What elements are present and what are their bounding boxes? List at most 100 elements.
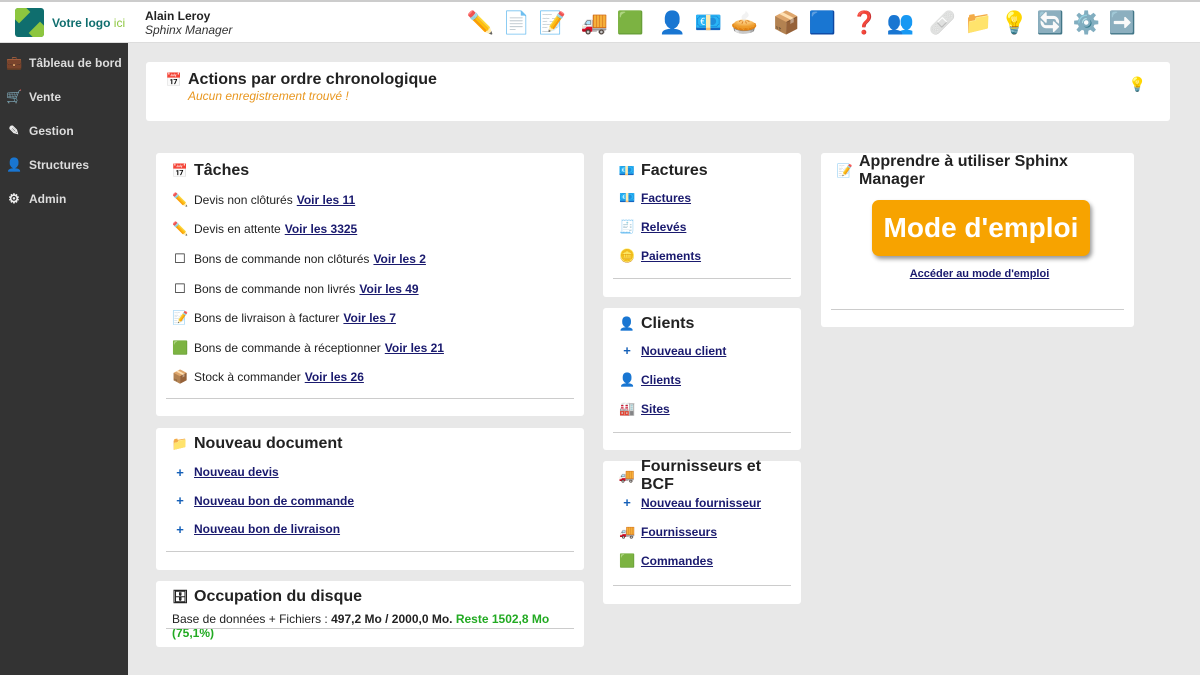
sidebar-item-structures[interactable]: 👤 Structures — [0, 148, 128, 182]
tache-row: ☐ Bons de commande non clôturés Voir les 2 — [172, 244, 568, 274]
item-icon: 💶 — [619, 189, 636, 205]
tache-row: 📦 Stock à commander Voir les 26 — [172, 363, 568, 393]
gears-icon: ⚙ — [8, 191, 20, 206]
tache-link[interactable]: Voir les 26 — [305, 370, 364, 384]
sidebar: 💼 Tâbleau de bord 🛒 Vente ✎ Gestion 👤 Structure… — [0, 43, 128, 675]
lightbulb-icon[interactable]: 💡 — [1129, 76, 1146, 93]
tache-link[interactable]: Voir les 21 — [385, 341, 444, 355]
folder-icon: 📁 — [964, 9, 993, 35]
briefcase-icon: 💼 — [6, 55, 23, 70]
logo-accent: ici — [113, 15, 126, 30]
user-icon: 👤 — [6, 157, 23, 172]
refresh-toolbar-button[interactable]: 🔄 — [1034, 6, 1067, 39]
tache-label: Devis en attente — [194, 222, 281, 237]
clients-link[interactable]: Nouveau client — [641, 344, 726, 358]
truck-toolbar-button[interactable]: 🚚 — [578, 6, 611, 39]
truck-icon: 🚚 — [580, 9, 609, 35]
tache-link[interactable]: Voir les 3325 — [285, 222, 358, 236]
apprendre-title: Apprendre à utiliser Sphinx Manager — [859, 152, 1068, 188]
plus-icon: + — [176, 521, 184, 537]
nouveau-row: + Nouveau devis — [172, 458, 568, 487]
tache-row: ☐ Bons de commande non livrés Voir les 49 — [172, 274, 568, 304]
pencil-toolbar-button[interactable]: ✏️ — [464, 6, 497, 39]
item-icon: 🧾 — [619, 218, 636, 234]
fournisseurs-row: 🚚 Fournisseurs — [619, 517, 785, 546]
first-aid-toolbar-button[interactable]: 🩹 — [926, 6, 959, 39]
factures-link[interactable]: Factures — [641, 191, 691, 205]
blank-page-toolbar-button[interactable]: 📄 — [500, 6, 533, 39]
actions-title: Actions par ordre chronologique — [188, 71, 437, 88]
sidebar-item-vente[interactable]: 🛒 Vente — [0, 80, 128, 114]
taches-panel: 📅 Tâches ✏️ Devis non clôturés Voir les 11 ✏… — [156, 153, 584, 416]
euro-toolbar-button[interactable]: 💶 — [692, 6, 725, 39]
item-icon: 🚚 — [619, 523, 636, 539]
sidebar-item-label: Structures — [29, 158, 90, 172]
green-cube-toolbar-button[interactable]: 🟩 — [614, 6, 647, 39]
lightbulb-toolbar-button[interactable]: 💡 — [998, 6, 1031, 39]
org-users-toolbar-button[interactable]: 👥 — [884, 6, 917, 39]
mode-emploi-button[interactable]: Mode d'emploi — [872, 200, 1090, 256]
cart-icon: 🛒 — [6, 89, 23, 104]
logo-text: Votre logo — [52, 15, 111, 30]
tache-icon: 📝 — [172, 310, 189, 326]
plus-icon: + — [176, 464, 184, 480]
mode-emploi-link[interactable]: Accéder au mode d'emploi — [910, 268, 1050, 280]
settings-toolbar-button[interactable]: ⚙️ — [1070, 6, 1103, 39]
item-icon: 🪙 — [619, 247, 636, 263]
toolbar: ✏️ 📄 📝 🚚 🟩 👤 💶 🥧 📦 🟦 ❓ 👥 🩹 📁 💡 🔄 ⚙️ ➡️ — [464, 6, 1142, 39]
fournisseurs-link[interactable]: Fournisseurs — [641, 525, 717, 539]
plus-icon: + — [176, 493, 184, 509]
green-cube-icon: 🟩 — [616, 9, 645, 35]
sidebar-item-label: Gestion — [29, 124, 74, 138]
tache-link[interactable]: Voir les 11 — [297, 193, 355, 207]
disque-used: 497,2 Mo / 2000,0 Mo. — [331, 612, 453, 626]
nouveau-link[interactable]: Nouveau bon de livraison — [194, 522, 340, 536]
tache-label: Devis non clôturés — [194, 192, 293, 207]
actions-panel: 📅 Actions par ordre chronologique Aucun e… — [146, 62, 1170, 121]
factures-link[interactable]: Paiements — [641, 249, 701, 263]
item-icon: 🟩 — [619, 552, 636, 568]
pie-chart-toolbar-button[interactable]: 🥧 — [728, 6, 761, 39]
tache-icon: ✏️ — [172, 221, 189, 237]
blue-cubes-icon: 🟦 — [808, 9, 837, 35]
help-toolbar-button[interactable]: ❓ — [848, 6, 881, 39]
tache-icon: ☐ — [174, 280, 186, 296]
factures-link[interactable]: Relevés — [641, 220, 686, 234]
pie-chart-icon: 🥧 — [730, 9, 759, 35]
sidebar-item-admin[interactable]: ⚙ Admin — [0, 182, 128, 216]
exit-toolbar-button[interactable]: ➡️ — [1106, 6, 1139, 39]
blue-cubes-toolbar-button[interactable]: 🟦 — [806, 6, 839, 39]
logo[interactable]: Votre logo ici — [15, 8, 125, 37]
app-name: Sphinx Manager — [145, 23, 233, 37]
tache-link[interactable]: Voir les 2 — [373, 252, 425, 266]
sidebar-item-label: Vente — [29, 90, 62, 104]
disque-panel: 🗄 Occupation du disque Base de données + … — [156, 581, 584, 647]
nouveau-link[interactable]: Nouveau devis — [194, 465, 279, 479]
tache-link[interactable]: Voir les 49 — [359, 282, 418, 296]
fournisseurs-title: Fournisseurs et BCF — [641, 457, 762, 493]
fournisseurs-link[interactable]: Nouveau fournisseur — [641, 496, 761, 510]
fournisseurs-link[interactable]: Commandes — [641, 554, 713, 568]
sidebar-item-gestion[interactable]: ✎ Gestion — [0, 114, 128, 148]
nouveau-row: + Nouveau bon de livraison — [172, 515, 568, 544]
user-toolbar-button[interactable]: 👤 — [656, 6, 689, 39]
user-info: Alain Leroy Sphinx Manager — [145, 9, 232, 37]
tache-link[interactable]: Voir les 7 — [343, 311, 395, 325]
euro-icon: 💶 — [694, 9, 723, 35]
header: Votre logo ici Alain Leroy Sphinx Manage… — [0, 0, 1200, 43]
tache-label: Bons de commande à réceptionner — [194, 340, 381, 355]
box-toolbar-button[interactable]: 📦 — [770, 6, 803, 39]
tache-label: Bons de commande non clôturés — [194, 251, 370, 266]
clients-row: + Nouveau client — [619, 336, 785, 365]
folder-toolbar-button[interactable]: 📁 — [962, 6, 995, 39]
tache-label: Stock à commander — [194, 370, 301, 385]
euro-icon: 💶 — [618, 162, 636, 178]
clients-link[interactable]: Clients — [641, 373, 681, 387]
folder-icon: 📁 — [171, 435, 189, 451]
factures-row: 💶 Factures — [619, 183, 785, 212]
nouveau-link[interactable]: Nouveau bon de commande — [194, 494, 354, 508]
edit-page-toolbar-button[interactable]: 📝 — [536, 6, 569, 39]
disque-label: Base de données + Fichiers : — [172, 612, 328, 626]
sidebar-item-t-bleau-de-bord[interactable]: 💼 Tâbleau de bord — [0, 46, 128, 80]
clients-link[interactable]: Sites — [641, 402, 670, 416]
